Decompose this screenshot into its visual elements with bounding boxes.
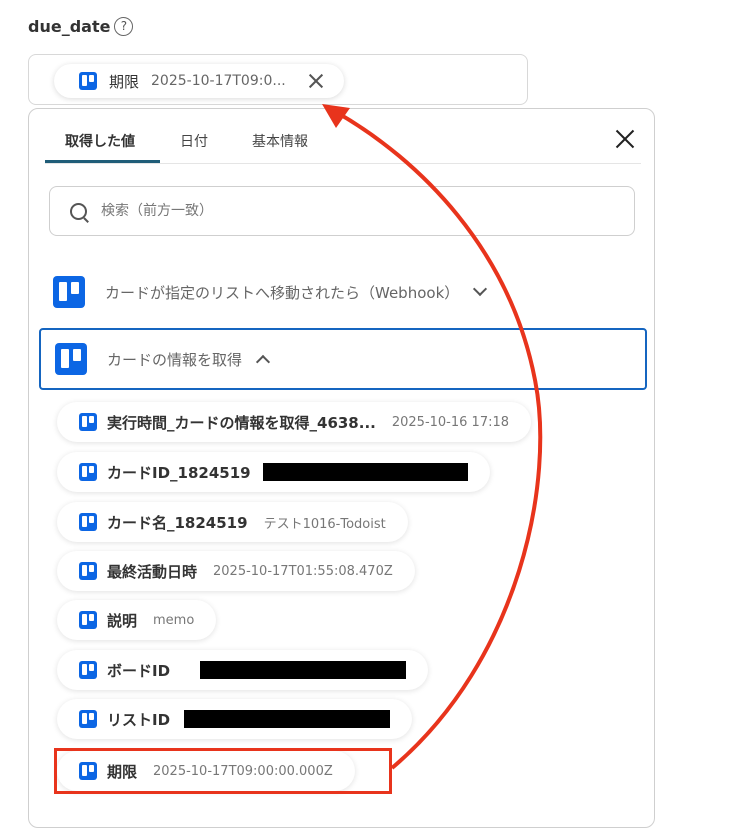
list-item-board-id[interactable]: ボードID xyxy=(57,650,429,690)
item-title: 説明 xyxy=(107,611,138,630)
trello-icon xyxy=(79,661,97,679)
close-icon[interactable] xyxy=(613,127,637,151)
help-icon[interactable]: ? xyxy=(114,17,134,36)
chevron-up-icon xyxy=(255,354,271,370)
redaction-bar xyxy=(200,661,407,679)
search-icon xyxy=(70,202,87,220)
item-title: ボードID xyxy=(107,661,171,680)
trello-icon xyxy=(79,562,97,580)
list-item-card-id[interactable]: カードID_1824519 xyxy=(57,452,490,492)
item-title: 実行時間_カードの情報を取得_4638... xyxy=(107,413,376,432)
trello-icon xyxy=(79,463,97,481)
chevron-down-icon xyxy=(473,281,488,297)
list-item-execution-time[interactable]: 実行時間_カードの情報を取得_4638... 2025-10-16 17:18 xyxy=(57,402,532,442)
annotation-highlight-box xyxy=(54,748,392,794)
item-value: 2025-10-16 17:18 xyxy=(391,414,510,430)
trello-icon xyxy=(53,276,85,308)
list-item-last-activity[interactable]: 最終活動日時 2025-10-17T01:55:08.470Z xyxy=(57,551,415,591)
trello-icon xyxy=(79,72,97,90)
search-input[interactable] xyxy=(99,202,603,220)
active-tab-indicator xyxy=(45,160,160,163)
field-label: due_date ? xyxy=(28,17,134,36)
list-item-description[interactable]: 説明 memo xyxy=(57,600,217,640)
item-title: カードID_1824519 xyxy=(107,463,251,482)
redaction-bar xyxy=(262,463,468,481)
field-name: due_date xyxy=(28,17,111,36)
item-value: memo xyxy=(153,612,195,628)
section-label: カードの情報を取得 xyxy=(107,350,243,369)
item-title: カード名_1824519 xyxy=(107,513,248,532)
trello-icon xyxy=(79,413,97,431)
list-item-list-id[interactable]: リストID xyxy=(57,699,413,739)
tab-bar: 取得した値 日付 基本情報 xyxy=(45,109,641,164)
trello-icon xyxy=(79,513,97,531)
value-picker-popup: 取得した値 日付 基本情報 カードが指定のリストへ移動されたら（Webhook）… xyxy=(28,108,655,828)
section-label: カードが指定のリストへ移動されたら（Webhook） xyxy=(105,283,460,302)
chip-value: 2025-10-17T09:0... xyxy=(151,73,286,89)
close-icon[interactable] xyxy=(306,71,326,91)
item-title: リストID xyxy=(107,710,171,729)
trello-icon xyxy=(79,710,97,728)
section-webhook-trigger[interactable]: カードが指定のリストへ移動されたら（Webhook） xyxy=(39,261,647,323)
list-item-card-name[interactable]: カード名_1824519 テスト1016-Todoist xyxy=(57,502,408,542)
section-get-card-info[interactable]: カードの情報を取得 xyxy=(39,328,647,390)
item-value: テスト1016-Todoist xyxy=(263,516,386,532)
due-date-field[interactable]: 期限 2025-10-17T09:0... xyxy=(28,54,528,105)
trello-icon xyxy=(55,343,87,375)
tab-date[interactable]: 日付 xyxy=(180,131,208,151)
tab-basic-info[interactable]: 基本情報 xyxy=(252,131,308,151)
trello-icon xyxy=(79,611,97,629)
chip-title: 期限 xyxy=(109,72,140,91)
selected-value-chip[interactable]: 期限 2025-10-17T09:0... xyxy=(54,64,344,98)
search-box[interactable] xyxy=(49,186,635,236)
item-value: 2025-10-17T01:55:08.470Z xyxy=(213,563,393,579)
redaction-bar xyxy=(184,710,391,728)
tab-acquired-values[interactable]: 取得した値 xyxy=(65,131,135,151)
item-title: 最終活動日時 xyxy=(107,562,198,581)
